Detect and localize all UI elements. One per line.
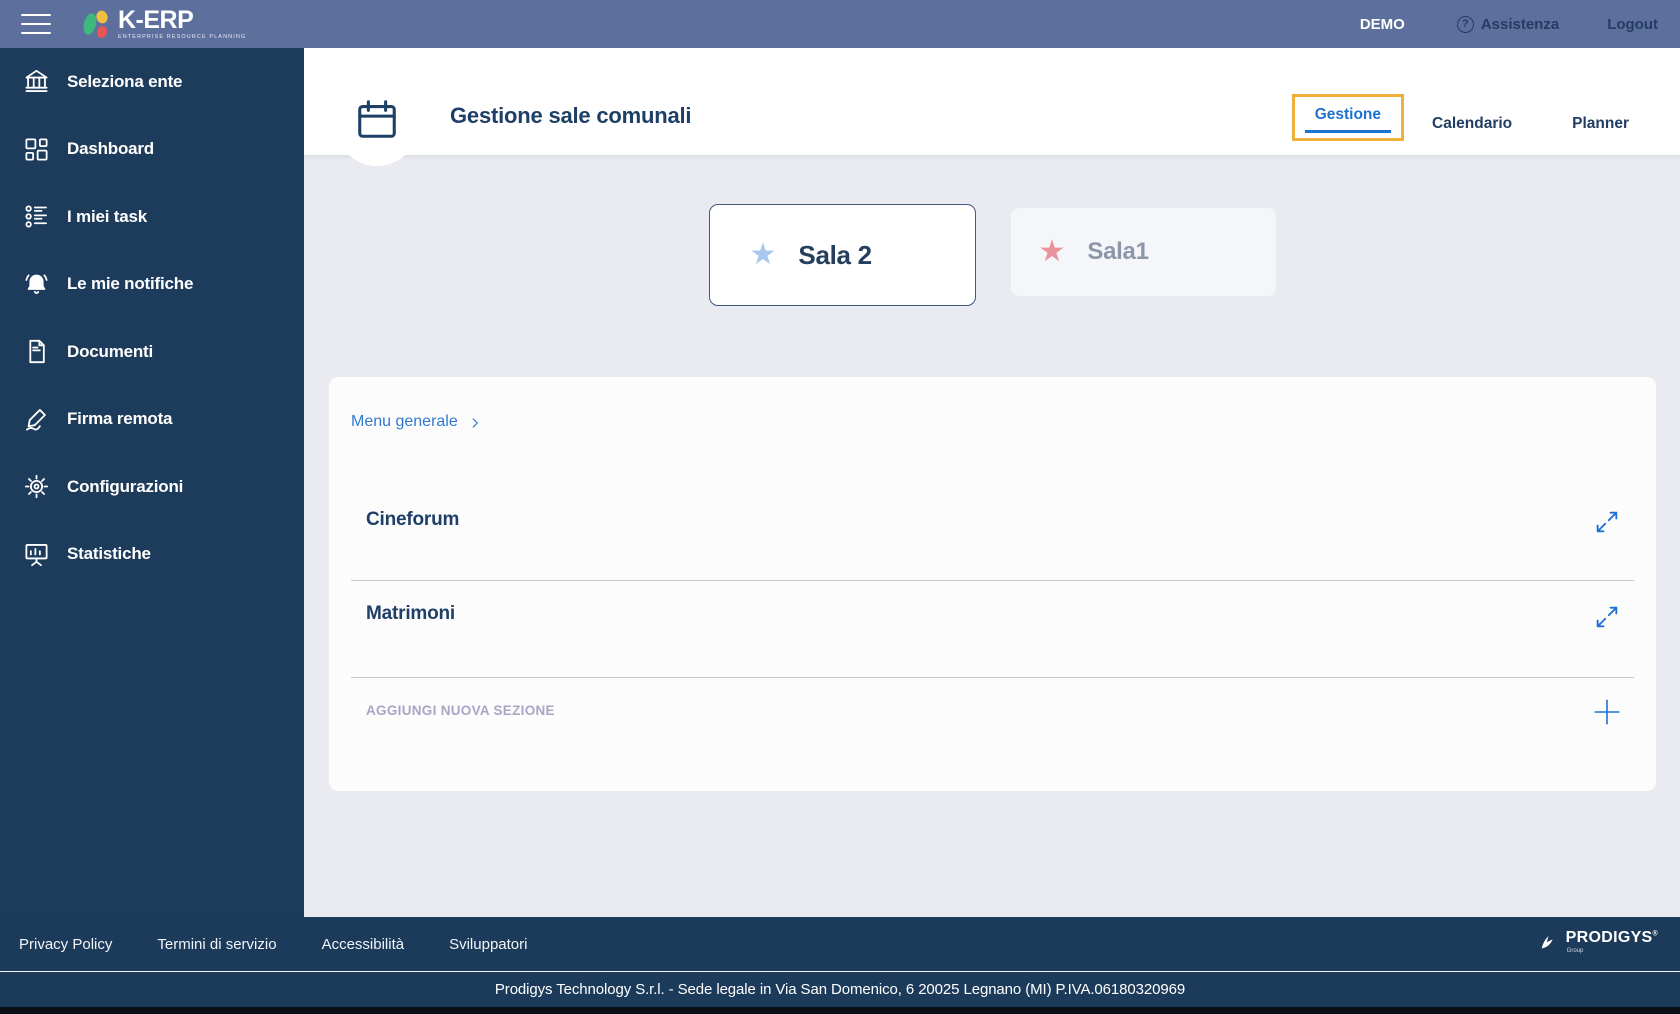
expand-button-matrimoni[interactable]: [1593, 603, 1621, 631]
sidebar-item-seleziona-ente[interactable]: Seleziona ente: [0, 48, 304, 116]
kerp-logo-icon: [83, 10, 108, 38]
footer-link-privacy-policy[interactable]: Privacy Policy: [19, 936, 112, 953]
assistance-label: Assistenza: [1480, 15, 1560, 33]
sidebar-item-label: Documenti: [67, 341, 154, 361]
prodigys-logo: PRODIGYS® Group: [1538, 930, 1658, 954]
sidebar-item-i-miei-task[interactable]: I miei task: [0, 183, 304, 251]
sidebar-item-firma-remota[interactable]: Firma remota: [0, 386, 304, 454]
company-bar: Prodigys Technology S.r.l. - Sede legale…: [0, 972, 1680, 1007]
add-section-label[interactable]: AGGIUNGI NUOVA SEZIONE: [366, 703, 555, 718]
prodigys-bird-icon: [1538, 932, 1560, 954]
section-row-cineforum[interactable]: Cineforum: [366, 509, 459, 531]
sidebar-item-le-mie-notifiche[interactable]: Le mie notifiche: [0, 251, 304, 319]
star-icon: ★: [1038, 235, 1066, 268]
room-selector: ★ Sala 2 ★ Sala1: [304, 204, 1680, 306]
breadcrumb-label: Menu generale: [351, 413, 458, 430]
app-window: K-ERP ENTERPRISE RESOURCE PLANNING DEMO …: [0, 0, 1680, 1014]
sidebar-item-label: Firma remota: [67, 409, 173, 429]
company-legal-line: Prodigys Technology S.r.l. - Sede legale…: [494, 981, 1186, 998]
page-title: Gestione sale comunali: [450, 103, 692, 128]
footer-link-accessibilita[interactable]: Accessibilità: [322, 936, 405, 953]
sidebar-item-label: I miei task: [67, 206, 148, 226]
footer-link-termini-di-servizio[interactable]: Termini di servizio: [157, 936, 276, 953]
environment-badge: DEMO: [1359, 15, 1405, 33]
sidebar-item-label: Configurazioni: [67, 476, 184, 496]
tab-bar: Gestione Calendario Planner: [1291, 94, 1645, 141]
row-divider: [351, 580, 1634, 581]
logout-button[interactable]: Logout: [1607, 16, 1658, 33]
footer-links: Privacy Policy Termini di servizio Acces…: [0, 917, 572, 971]
footer-link-sviluppatori[interactable]: Sviluppatori: [449, 936, 527, 953]
help-icon: ?: [1456, 15, 1474, 33]
room-card-sala-2[interactable]: ★ Sala 2: [708, 204, 976, 306]
row-divider: [351, 677, 1634, 678]
dashboard-icon: [23, 136, 50, 163]
topbar: K-ERP ENTERPRISE RESOURCE PLANNING DEMO …: [0, 0, 1680, 48]
prodigys-text: PRODIGYS® Group: [1565, 929, 1658, 955]
footer: Privacy Policy Termini di servizio Acces…: [0, 917, 1680, 1014]
tab-calendario[interactable]: Calendario: [1416, 115, 1528, 133]
expand-button-cineforum[interactable]: [1593, 508, 1621, 536]
stats-icon: [23, 541, 50, 568]
sidebar-item-configurazioni[interactable]: Configurazioni: [0, 453, 304, 521]
assistance-button[interactable]: ? Assistenza: [1456, 15, 1560, 33]
brand-name: K-ERP: [118, 5, 194, 34]
add-section-button[interactable]: [1591, 696, 1623, 728]
active-tab-highlight-box: Gestione: [1291, 94, 1405, 141]
brand-text: K-ERP ENTERPRISE RESOURCE PLANNING: [118, 5, 247, 41]
prodigys-name: PRODIGYS: [1565, 929, 1653, 946]
sidebar: Seleziona ente Dashboard I miei task Le …: [0, 48, 304, 917]
room-label: Sala1: [1087, 238, 1149, 265]
calendar-icon: [358, 100, 396, 138]
breadcrumb-menu-generale[interactable]: Menu generale: [351, 413, 482, 431]
page-header: Gestione sale comunali Gestione Calendar…: [304, 48, 1680, 155]
main-area: Gestione sale comunali Gestione Calendar…: [304, 48, 1680, 917]
brand-tagline: ENTERPRISE RESOURCE PLANNING: [118, 33, 247, 40]
chevron-right-icon: [472, 418, 478, 428]
prodigys-group-label: Group: [1566, 948, 1584, 954]
star-icon: ★: [749, 238, 777, 271]
signature-icon: [23, 406, 50, 433]
expand-icon: [1596, 511, 1618, 533]
gear-icon: [23, 473, 50, 500]
room-label: Sala 2: [798, 239, 872, 270]
sidebar-item-dashboard[interactable]: Dashboard: [0, 116, 304, 184]
room-card-sala-1[interactable]: ★ Sala1: [1010, 208, 1276, 296]
bank-icon: [23, 68, 50, 95]
sidebar-item-label: Statistiche: [67, 544, 151, 564]
registered-mark: ®: [1652, 930, 1658, 938]
tab-gestione[interactable]: Gestione: [1304, 106, 1392, 133]
tab-planner[interactable]: Planner: [1556, 115, 1645, 133]
sidebar-item-statistiche[interactable]: Statistiche: [0, 521, 304, 589]
plus-icon: [1594, 699, 1620, 725]
bell-icon: [23, 271, 50, 298]
sidebar-item-label: Seleziona ente: [67, 71, 183, 91]
expand-icon: [1596, 606, 1618, 628]
topbar-right: DEMO ? Assistenza Logout: [1359, 15, 1680, 33]
section-row-matrimoni[interactable]: Matrimoni: [366, 603, 455, 625]
sidebar-item-label: Dashboard: [67, 139, 154, 159]
app-logo[interactable]: K-ERP ENTERPRISE RESOURCE PLANNING: [81, 7, 246, 41]
bottom-strip: [0, 1007, 1680, 1014]
tasks-icon: [23, 203, 50, 230]
hamburger-menu-icon[interactable]: [21, 14, 51, 34]
sidebar-item-label: Le mie notifiche: [67, 274, 194, 294]
sections-panel: Menu generale Cineforum Matrimoni AGGIUN…: [329, 377, 1656, 791]
sidebar-item-documenti[interactable]: Documenti: [0, 318, 304, 386]
page-icon-circle: [335, 82, 419, 166]
document-icon: [23, 338, 50, 365]
